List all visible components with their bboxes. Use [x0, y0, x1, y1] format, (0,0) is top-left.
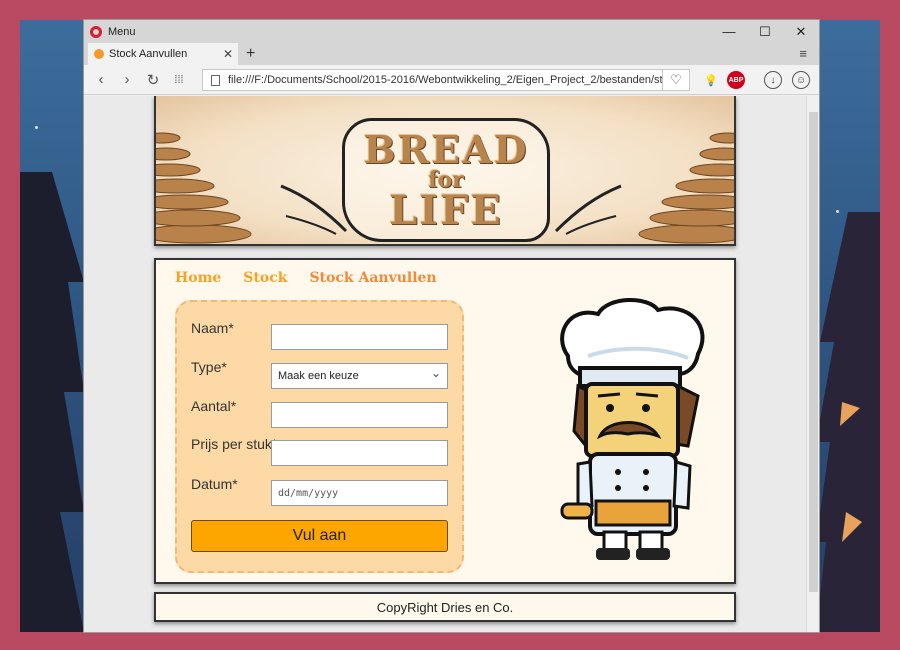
star-decoration: [35, 126, 38, 129]
vul-aan-button[interactable]: Vul aan: [191, 520, 448, 552]
aantal-input[interactable]: [271, 402, 448, 428]
title-bar: Menu — ☐ ✕: [84, 20, 819, 43]
tab-bar: Stock Aanvullen ✕ + ≡: [84, 43, 819, 65]
bookmark-heart-icon[interactable]: ♡: [662, 69, 690, 91]
datum-input[interactable]: dd/mm/yyyy: [271, 480, 448, 506]
close-window-icon[interactable]: ✕: [783, 20, 819, 43]
back-icon[interactable]: ‹: [88, 71, 114, 88]
reload-icon[interactable]: ↻: [140, 71, 166, 89]
opera-logo-icon[interactable]: [90, 25, 102, 38]
naam-label: Naam*: [191, 320, 234, 336]
vertical-scrollbar[interactable]: [806, 96, 819, 632]
page-icon: [211, 74, 220, 86]
stock-form: Naam* Type* Maak een keuze Aantal* Prijs…: [175, 300, 464, 573]
lightbulb-icon[interactable]: 💡: [702, 71, 720, 89]
tab-menu-icon[interactable]: ≡: [799, 46, 807, 61]
content-card: Home Stock Stock Aanvullen Naam* Type* M…: [154, 258, 736, 584]
new-tab-plus-icon[interactable]: +: [246, 43, 255, 65]
form-row-naam: Naam*: [191, 320, 453, 350]
form-row-type: Type* Maak een keuze: [191, 359, 453, 389]
bread-stack-left-image: [156, 132, 252, 244]
minimize-icon[interactable]: —: [711, 20, 747, 43]
datum-placeholder: dd/mm/yyyy: [278, 487, 339, 499]
form-row-prijs: Prijs per stuk*: [191, 436, 453, 466]
aantal-label: Aantal*: [191, 398, 237, 414]
scrollbar-thumb[interactable]: [809, 112, 818, 592]
window-controls: — ☐ ✕: [711, 20, 819, 43]
url-text: file:///F:/Documents/School/2015-2016/We…: [228, 74, 675, 86]
tab-title: Stock Aanvullen: [109, 48, 188, 60]
bread-for-life-banner: BREAD for LIFE: [154, 96, 736, 246]
speed-dial-icon[interactable]: ⁞⁞⁞: [166, 74, 192, 86]
tab-close-icon[interactable]: ✕: [223, 47, 233, 61]
form-row-datum: Datum* dd/mm/yyyy: [191, 476, 453, 506]
forward-icon[interactable]: ›: [114, 71, 140, 88]
profile-icon[interactable]: ☺: [792, 71, 810, 89]
swoosh-right-decoration: [554, 184, 622, 235]
logo-frame: BREAD for LIFE: [342, 118, 550, 242]
page-viewport: BREAD for LIFE Home Stock Stock Aanvulle…: [84, 96, 806, 632]
download-icon[interactable]: ↓: [764, 71, 782, 89]
page-footer: CopyRight Dries en Co.: [154, 592, 736, 622]
browser-menu-label[interactable]: Menu: [108, 26, 136, 38]
tab-favicon-icon: [94, 49, 104, 59]
main-nav: Home Stock Stock Aanvullen: [175, 270, 437, 286]
prijs-label: Prijs per stuk*: [191, 436, 278, 452]
browser-tab[interactable]: Stock Aanvullen ✕: [88, 43, 238, 65]
prijs-input[interactable]: [271, 440, 448, 466]
chef-illustration: [560, 297, 705, 560]
footer-copyright: CopyRight Dries en Co.: [376, 599, 514, 615]
tree-silhouette-right: [816, 212, 880, 632]
logo-text-life: LIFE: [389, 187, 503, 234]
adblock-icon[interactable]: ABP: [727, 71, 745, 89]
nav-link-stock-aanvullen[interactable]: Stock Aanvullen: [309, 270, 436, 286]
naam-input[interactable]: [271, 324, 448, 350]
logo-text-bread: BREAD: [363, 127, 529, 172]
url-field[interactable]: file:///F:/Documents/School/2015-2016/We…: [202, 69, 690, 91]
type-select[interactable]: Maak een keuze: [271, 363, 448, 389]
tree-silhouette-left: [20, 172, 84, 632]
nav-link-home[interactable]: Home: [175, 270, 221, 286]
browser-window: Menu — ☐ ✕ Stock Aanvullen ✕ + ≡ ‹ › ↻ ⁞…: [84, 20, 819, 632]
form-row-aantal: Aantal*: [191, 398, 453, 428]
bread-stack-right-image: [638, 132, 734, 244]
type-label: Type*: [191, 359, 227, 375]
nav-link-stock[interactable]: Stock: [243, 270, 287, 286]
maximize-icon[interactable]: ☐: [747, 20, 783, 43]
datum-label: Datum*: [191, 476, 238, 492]
address-bar: ‹ › ↻ ⁞⁞⁞ file:///F:/Documents/School/20…: [84, 65, 819, 95]
